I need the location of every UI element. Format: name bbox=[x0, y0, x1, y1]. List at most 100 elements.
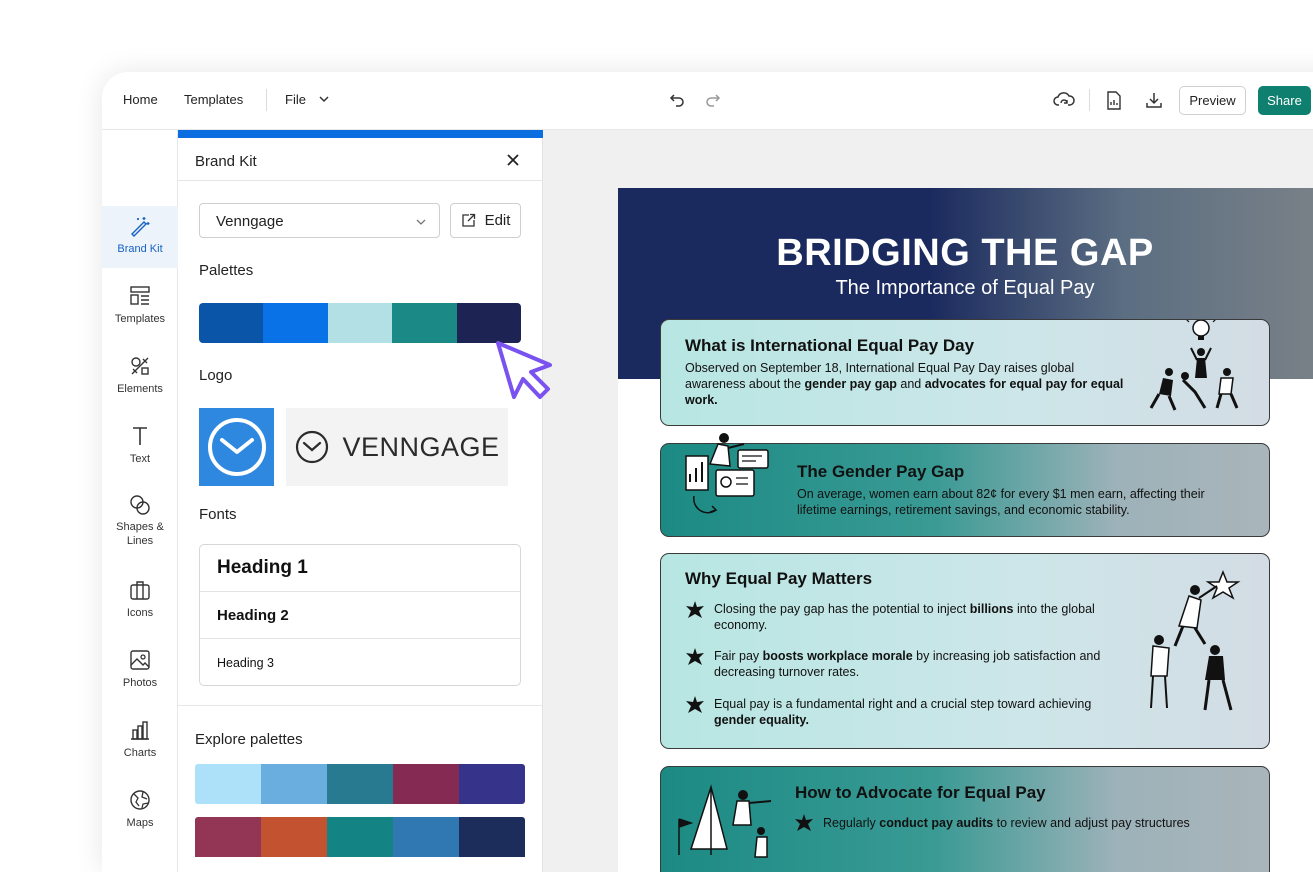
card-heading: Why Equal Pay Matters bbox=[685, 569, 873, 588]
elements-icon bbox=[128, 354, 152, 378]
logo-label: Logo bbox=[199, 367, 233, 384]
sidebar-item-maps[interactable]: Maps bbox=[102, 780, 178, 842]
nav-divider bbox=[266, 89, 267, 111]
top-toolbar: Home Templates File Preview Share bbox=[102, 72, 1313, 130]
text-run: Fair pay bbox=[714, 649, 763, 663]
font-heading-3[interactable]: Heading 3 bbox=[200, 639, 520, 685]
palettes-label: Palettes bbox=[199, 262, 254, 279]
palette-swatch bbox=[459, 817, 525, 857]
text-bold: conduct pay audits bbox=[879, 816, 994, 830]
charts-icon bbox=[128, 718, 152, 742]
external-link-icon bbox=[461, 213, 475, 227]
palette-swatch[interactable] bbox=[199, 303, 264, 343]
fonts-label: Fonts bbox=[199, 506, 237, 523]
panel-header: Brand Kit bbox=[178, 138, 543, 181]
chevron-down-icon bbox=[319, 96, 329, 103]
redo-icon[interactable] bbox=[701, 88, 725, 112]
panel-divider bbox=[178, 705, 543, 706]
mouse-pointer-icon bbox=[496, 341, 552, 399]
cloud-sync-icon[interactable] bbox=[1052, 88, 1076, 112]
text-bold: gender equality. bbox=[714, 713, 809, 727]
finance-woman-illustration bbox=[685, 433, 769, 514]
design-canvas[interactable]: BRIDGING THE GAP The Importance of Equal… bbox=[543, 130, 1313, 872]
palette-swatch bbox=[327, 817, 393, 857]
text-run: Equal pay is a fundamental right and a c… bbox=[714, 697, 1092, 711]
fonts-list: Heading 1 Heading 2 Heading 3 bbox=[199, 544, 521, 686]
edit-brand-button[interactable]: Edit bbox=[450, 203, 521, 238]
explore-palette-1[interactable] bbox=[195, 764, 525, 804]
bullet-text: Fair pay boosts workplace morale by incr… bbox=[714, 648, 1114, 680]
text-run: Regularly bbox=[823, 816, 880, 830]
font-heading-1[interactable]: Heading 1 bbox=[200, 545, 520, 592]
sidebar-item-label: Photos bbox=[122, 677, 158, 689]
text-icon bbox=[128, 424, 152, 448]
toolbar-divider bbox=[1089, 89, 1090, 111]
font-heading-2[interactable]: Heading 2 bbox=[200, 592, 520, 639]
nav-file[interactable]: File bbox=[285, 92, 330, 107]
panel-accent-bar bbox=[178, 130, 543, 138]
close-icon[interactable] bbox=[503, 150, 523, 170]
undo-icon[interactable] bbox=[665, 88, 689, 112]
sidebar-item-label: Brand Kit bbox=[117, 243, 163, 255]
sidebar-item-brand-kit[interactable]: Brand Kit bbox=[102, 206, 178, 268]
infographic-title[interactable]: BRIDGING THE GAP bbox=[618, 232, 1312, 275]
star-bullet-icon bbox=[686, 696, 704, 713]
share-button[interactable]: Share bbox=[1258, 86, 1311, 115]
brand-palette[interactable] bbox=[199, 303, 521, 343]
explore-palette-2[interactable] bbox=[195, 817, 525, 857]
text-bold: boosts workplace morale bbox=[762, 649, 913, 663]
text-run: and bbox=[896, 377, 925, 391]
card-text: On average, women earn about 82¢ for eve… bbox=[797, 487, 1205, 517]
sidebar-item-icons[interactable]: Icons bbox=[102, 570, 178, 632]
sidebar-item-elements[interactable]: Elements bbox=[102, 346, 178, 408]
explore-palettes-label: Explore palettes bbox=[195, 731, 303, 748]
card-why-equal-pay-matters[interactable]: Why Equal Pay Matters Closing the pay ga… bbox=[660, 553, 1270, 749]
palette-swatch[interactable] bbox=[392, 303, 457, 343]
sidebar-item-label: Charts bbox=[123, 747, 157, 759]
advocate-sailboat-illustration bbox=[678, 784, 772, 858]
brand-kit-panel: Brand Kit Venngage Edit Palettes Logo VE… bbox=[178, 130, 543, 872]
nav-templates[interactable]: Templates bbox=[184, 92, 243, 107]
bullet-text: Closing the pay gap has the potential to… bbox=[714, 601, 1114, 633]
document-icon[interactable] bbox=[1102, 88, 1126, 112]
magic-wand-icon bbox=[128, 214, 152, 238]
palette-swatch bbox=[261, 817, 327, 857]
infographic-subtitle[interactable]: The Importance of Equal Pay bbox=[618, 277, 1312, 300]
text-run: to review and adjust pay structures bbox=[993, 816, 1190, 830]
panel-title: Brand Kit bbox=[195, 153, 257, 170]
palette-swatch bbox=[327, 764, 393, 804]
file-menu-label: File bbox=[285, 92, 306, 107]
card-heading: How to Advocate for Equal Pay bbox=[795, 783, 1046, 802]
shapes-icon bbox=[128, 494, 152, 516]
star-bullet-icon bbox=[686, 648, 704, 665]
logo-wordmark-tile[interactable]: VENNGAGE bbox=[286, 408, 508, 486]
logo-icon-tile[interactable] bbox=[199, 408, 274, 486]
sidebar-item-photos[interactable]: Photos bbox=[102, 640, 178, 702]
sidebar-item-text[interactable]: Text bbox=[102, 416, 178, 478]
sidebar-item-templates[interactable]: Templates bbox=[102, 276, 178, 338]
card-how-to-advocate[interactable]: How to Advocate for Equal Pay Regularly … bbox=[660, 766, 1270, 872]
infographic-page[interactable]: BRIDGING THE GAP The Importance of Equal… bbox=[618, 188, 1313, 872]
text-run: Closing the pay gap has the potential to… bbox=[714, 602, 970, 616]
templates-icon bbox=[128, 284, 152, 308]
sidebar-item-shapes[interactable]: Shapes & Lines bbox=[102, 486, 178, 548]
star-bullet-icon bbox=[686, 601, 704, 618]
sidebar-item-label: Maps bbox=[126, 817, 154, 829]
card-equal-pay-day[interactable]: What is International Equal Pay Day Obse… bbox=[660, 319, 1270, 426]
text-bold: gender pay gap bbox=[804, 377, 897, 391]
sidebar-item-charts[interactable]: Charts bbox=[102, 710, 178, 772]
palette-swatch[interactable] bbox=[327, 303, 393, 343]
card-heading: The Gender Pay Gap bbox=[797, 462, 965, 481]
text-bold: billions bbox=[969, 602, 1014, 616]
download-icon[interactable] bbox=[1142, 88, 1166, 112]
sidebar-item-label: Templates bbox=[114, 313, 166, 325]
sidebar-item-label: Shapes & Lines bbox=[116, 521, 164, 547]
chevron-down-icon bbox=[416, 219, 426, 225]
preview-button[interactable]: Preview bbox=[1179, 86, 1246, 115]
card-text: Observed on September 18, International … bbox=[685, 360, 1125, 408]
nav-home[interactable]: Home bbox=[123, 92, 158, 107]
palette-swatch[interactable] bbox=[263, 303, 328, 343]
venngage-logo-icon bbox=[296, 430, 329, 464]
brand-select[interactable]: Venngage bbox=[199, 203, 440, 238]
palette-swatch bbox=[393, 817, 459, 857]
